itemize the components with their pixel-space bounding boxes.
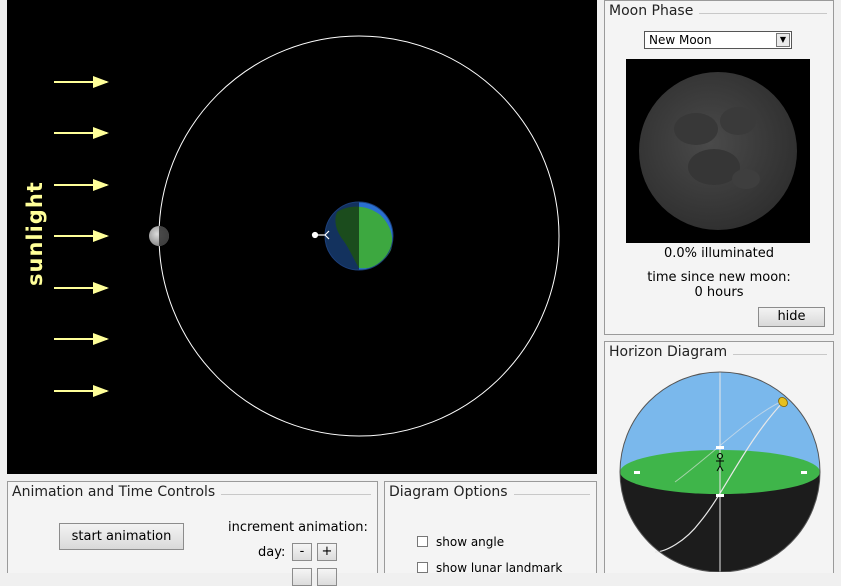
moon-icon xyxy=(149,226,169,246)
day-decrement-button[interactable]: - xyxy=(292,543,312,561)
orbit-view[interactable]: sunlight xyxy=(7,0,597,474)
sunlight-label: sunlight xyxy=(23,181,47,286)
time-since-value: 0 hours xyxy=(694,285,744,300)
time-since-label: time since new moon: xyxy=(647,270,791,285)
moon-phase-title: Moon Phase xyxy=(609,3,700,19)
horizon-diagram[interactable] xyxy=(605,352,833,572)
horizon-title: Horizon Diagram xyxy=(609,344,734,360)
animation-title: Animation and Time Controls xyxy=(12,484,222,500)
show-lunar-landmark-checkbox[interactable] xyxy=(417,562,428,573)
start-animation-button[interactable]: start animation xyxy=(59,523,184,550)
phase-select-value: New Moon xyxy=(649,33,712,47)
options-panel: Diagram Options show angle show lunar la… xyxy=(384,481,597,575)
show-angle-label: show angle xyxy=(436,535,505,549)
show-angle-checkbox[interactable] xyxy=(417,536,428,547)
increment-label: increment animation: xyxy=(228,520,368,535)
next-increment-button[interactable] xyxy=(317,568,337,586)
options-title: Diagram Options xyxy=(389,484,514,500)
chevron-down-icon[interactable]: ▼ xyxy=(776,33,790,47)
orbit-diagram xyxy=(54,35,560,437)
phase-select[interactable]: New Moon ▼ xyxy=(644,31,792,49)
hide-button[interactable]: hide xyxy=(758,307,825,327)
moon-phase-panel: Moon Phase New Moon ▼ 0.0% illuminated t… xyxy=(604,0,834,335)
horizon-panel: Horizon Diagram xyxy=(604,341,834,573)
illuminated-text: 0.0% illuminated xyxy=(663,246,775,261)
animation-panel: Animation and Time Controls start animat… xyxy=(7,481,378,586)
next-decrement-button[interactable] xyxy=(292,568,312,586)
day-increment-button[interactable]: + xyxy=(317,543,337,561)
sunlight-arrows xyxy=(54,76,109,397)
earth-icon xyxy=(324,201,394,271)
day-label: day: xyxy=(258,545,286,560)
moon-phase-image xyxy=(626,59,810,243)
